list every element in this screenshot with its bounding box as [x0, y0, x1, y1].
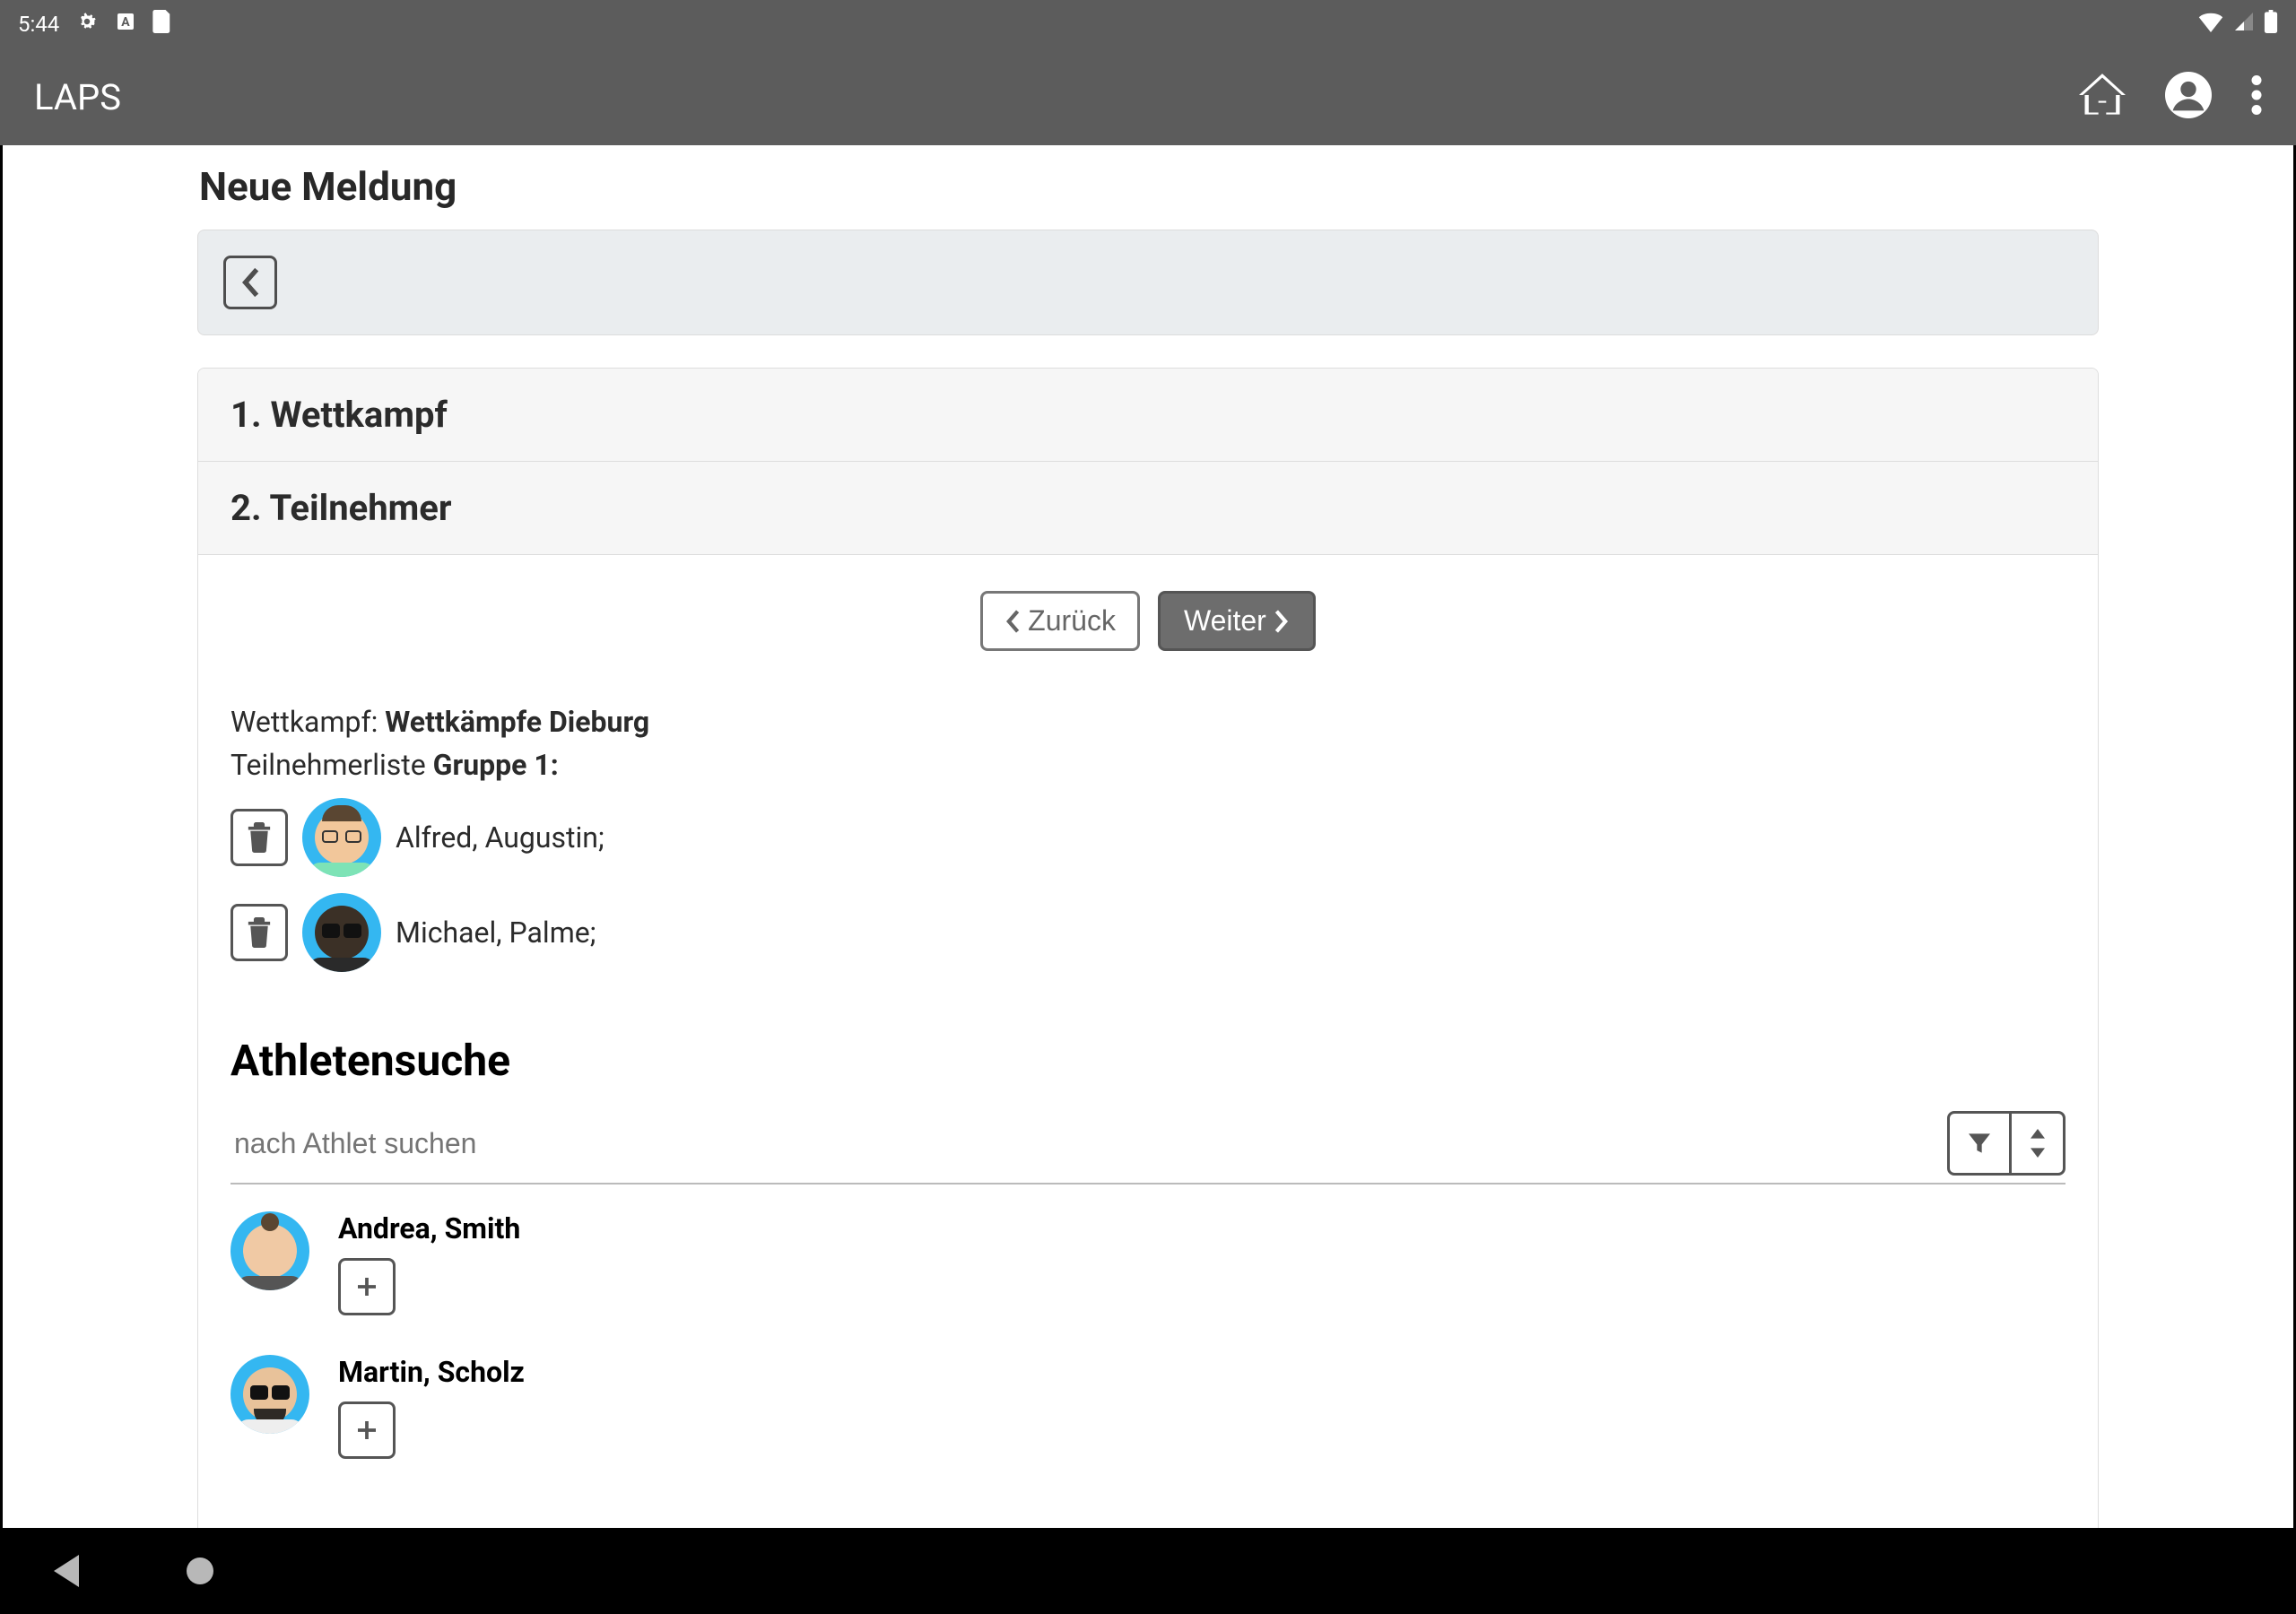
app-bar: LAPS: [0, 48, 2296, 145]
more-icon[interactable]: [2251, 75, 2262, 118]
page-back-button[interactable]: [223, 256, 277, 309]
participant-name: Alfred, Augustin;: [396, 820, 604, 855]
sd-card-icon: [152, 10, 172, 39]
settings-icon: [75, 10, 99, 39]
avatar: [230, 1211, 309, 1290]
avatar: [302, 893, 381, 972]
competition-line: Wettkampf: Wettkämpfe Dieburg: [230, 705, 2066, 739]
step-2-body: Zurück Weiter Wettkampf: Wettkämpfe Dieb…: [198, 555, 2098, 1528]
participant-row: Michael, Palme;: [230, 893, 2066, 972]
android-status-bar: 5:44 A: [0, 0, 2296, 48]
battery-icon: [2264, 10, 2278, 39]
nav-home-icon[interactable]: [187, 1558, 213, 1584]
next-button-label: Weiter: [1184, 604, 1266, 638]
participant-row: Alfred, Augustin;: [230, 798, 2066, 877]
nav-back-icon[interactable]: [54, 1555, 79, 1587]
delete-participant-button[interactable]: [230, 904, 288, 961]
search-title: Athletensuche: [230, 1035, 2066, 1086]
home-icon[interactable]: [2079, 72, 2126, 122]
app-title: LAPS: [34, 76, 121, 118]
search-input[interactable]: [230, 1118, 1938, 1169]
sort-button[interactable]: [2012, 1111, 2066, 1176]
result-name: Andrea, Smith: [338, 1211, 520, 1245]
page-title: Neue Meldung: [197, 145, 2099, 230]
status-time: 5:44: [18, 12, 59, 37]
back-card: [197, 230, 2099, 335]
search-result-row: Martin, Scholz: [230, 1355, 2066, 1459]
svg-text:A: A: [122, 15, 131, 30]
back-button-label: Zurück: [1028, 604, 1116, 638]
wifi-icon: [2197, 11, 2224, 38]
android-nav-bar: [0, 1528, 2296, 1614]
avatar: [302, 798, 381, 877]
steps-accordion: 1. Wettkampf 2. Teilnehmer Zurück Weiter…: [197, 368, 2099, 1528]
back-button[interactable]: Zurück: [980, 591, 1140, 651]
list-line: Teilnehmerliste Gruppe 1:: [230, 748, 2066, 782]
step-1-header[interactable]: 1. Wettkampf: [198, 369, 2098, 462]
participant-name: Michael, Palme;: [396, 915, 596, 950]
result-name: Martin, Scholz: [338, 1355, 525, 1389]
search-result-row: Andrea, Smith: [230, 1211, 2066, 1315]
filter-button[interactable]: [1947, 1111, 2012, 1176]
step-2-header[interactable]: 2. Teilnehmer: [198, 462, 2098, 555]
delete-participant-button[interactable]: [230, 809, 288, 866]
next-button[interactable]: Weiter: [1158, 591, 1316, 651]
signal-icon: [2233, 11, 2255, 38]
avatar: [230, 1355, 309, 1434]
search-row: [230, 1111, 2066, 1184]
add-athlete-button[interactable]: [338, 1401, 396, 1459]
account-icon[interactable]: [2165, 72, 2212, 122]
font-icon: A: [115, 11, 136, 38]
add-athlete-button[interactable]: [338, 1258, 396, 1315]
